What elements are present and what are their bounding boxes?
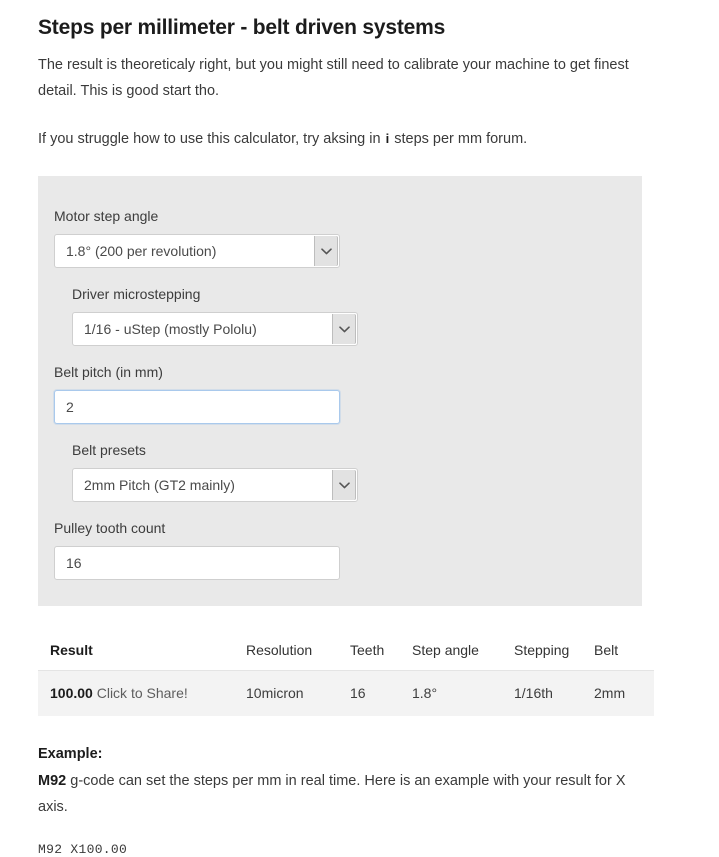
cell-teeth: 16 — [350, 670, 412, 716]
example-body-text: g-code can set the steps per mm in real … — [38, 773, 626, 815]
field-pulley-tooth-count: Pulley tooth count 16 — [54, 506, 340, 580]
forum-text-before: If you struggle how to use this calculat… — [38, 131, 381, 147]
column-header-step-angle: Step angle — [412, 632, 514, 671]
input-belt-pitch[interactable]: 2 — [54, 390, 340, 424]
table-row: 100.00 Click to Share! 10micron 16 1.8° … — [38, 670, 654, 716]
example-code-output: M92 X100.00 — [38, 842, 128, 857]
chevron-down-icon[interactable] — [332, 470, 356, 500]
cell-belt: 2mm — [594, 670, 654, 716]
label-belt-pitch: Belt pitch (in mm) — [54, 364, 163, 380]
column-header-resolution: Resolution — [246, 632, 350, 671]
select-motor-step-angle[interactable]: 1.8° (200 per revolution) — [54, 234, 340, 268]
input-belt-pitch-value: 2 — [66, 399, 74, 415]
label-motor-step-angle: Motor step angle — [54, 208, 159, 224]
cell-stepping: 1/16th — [514, 670, 594, 716]
result-value: 100.00 — [50, 685, 93, 701]
input-pulley-tooth-count-value: 16 — [66, 555, 82, 571]
results-table-head: Result Resolution Teeth Step angle Stepp… — [38, 632, 654, 671]
example-section: Example: M92 g-code can set the steps pe… — [38, 742, 640, 857]
label-pulley-tooth-count: Pulley tooth count — [54, 520, 166, 536]
label-belt-presets: Belt presets — [72, 442, 146, 458]
select-belt-presets[interactable]: 2mm Pitch (GT2 mainly) — [72, 468, 358, 502]
intro-paragraph: The result is theoreticaly right, but yo… — [38, 57, 629, 99]
select-driver-microstepping[interactable]: 1/16 - uStep (mostly Pololu) — [72, 312, 358, 346]
example-gcode-word: M92 — [38, 773, 67, 789]
form-grid: Motor step angle 1.8° (200 per revolutio… — [54, 194, 626, 584]
example-body: M92 g-code can set the steps per mm in r… — [38, 768, 640, 820]
field-motor-step-angle: Motor step angle 1.8° (200 per revolutio… — [54, 194, 340, 268]
field-belt-pitch: Belt pitch (in mm) 2 — [54, 350, 340, 424]
results-table-body: 100.00 Click to Share! 10micron 16 1.8° … — [38, 670, 654, 716]
example-heading: Example: — [38, 746, 103, 762]
info-icon: i — [385, 131, 390, 146]
label-driver-microstepping: Driver microstepping — [72, 286, 201, 302]
select-belt-presets-value: 2mm Pitch (GT2 mainly) — [84, 477, 235, 493]
chevron-down-icon[interactable] — [314, 236, 338, 266]
field-driver-microstepping: Driver microstepping 1/16 - uStep (mostl… — [72, 272, 358, 346]
chevron-down-icon[interactable] — [332, 314, 356, 344]
calculator-form-panel: Motor step angle 1.8° (200 per revolutio… — [38, 176, 642, 606]
column-header-stepping: Stepping — [514, 632, 594, 671]
input-pulley-tooth-count[interactable]: 16 — [54, 546, 340, 580]
cell-resolution: 10micron — [246, 670, 350, 716]
page-title: Steps per millimeter - belt driven syste… — [38, 16, 446, 39]
column-header-belt: Belt — [594, 632, 654, 671]
column-header-result: Result — [38, 632, 246, 671]
table-header-row: Result Resolution Teeth Step angle Stepp… — [38, 632, 654, 671]
share-link[interactable]: Click to Share! — [97, 685, 188, 701]
calculator-page: Steps per millimeter - belt driven syste… — [0, 0, 719, 857]
results-table: Result Resolution Teeth Step angle Stepp… — [38, 632, 654, 716]
forum-paragraph: If you struggle how to use this calculat… — [38, 126, 638, 152]
column-header-teeth: Teeth — [350, 632, 412, 671]
select-motor-step-angle-value: 1.8° (200 per revolution) — [66, 243, 217, 259]
select-driver-microstepping-value: 1/16 - uStep (mostly Pololu) — [84, 321, 257, 337]
cell-result[interactable]: 100.00 Click to Share! — [38, 670, 246, 716]
field-belt-presets: Belt presets 2mm Pitch (GT2 mainly) — [72, 428, 358, 502]
forum-link[interactable]: steps per mm forum. — [394, 131, 527, 147]
cell-step-angle: 1.8° — [412, 670, 514, 716]
